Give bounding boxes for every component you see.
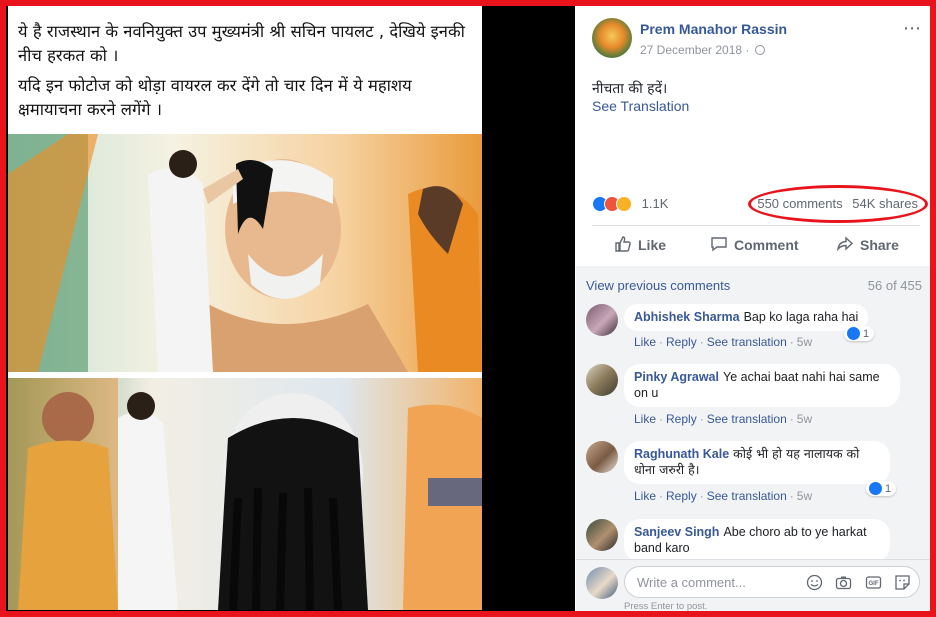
comment-bubble: Sanjeev Singh Abe choro ab to ye harkat b… [624,519,890,562]
emoji-icon[interactable] [806,574,823,591]
comment-bubble: Abhishek Sharma Bap ko laga raha hai [624,304,869,331]
post-actions: Like Comment Share [592,231,920,259]
like-icon [847,327,860,340]
comment-like-link[interactable]: Like [634,412,656,426]
globe-icon [754,45,765,55]
comment-share-counts: 550 comments 54K shares [757,196,918,211]
current-user-avatar [586,567,618,599]
comments-count[interactable]: 550 comments [757,196,842,211]
view-previous-comments[interactable]: View previous comments [586,278,730,293]
comment-like-badge[interactable]: 1 [866,481,897,496]
reaction-count: 1.1K [641,196,669,212]
divider [592,225,920,226]
post-header: Prem Manahor Rassin 27 December 2018 · ⋯ [592,16,922,66]
commenter-name[interactable]: Pinky Agrawal [634,370,719,384]
comment-like-badge[interactable]: 1 [844,326,875,341]
commenter-avatar[interactable] [586,519,618,551]
shares-count[interactable]: 54K shares [852,196,918,211]
post-meta: 27 December 2018 · [640,43,765,57]
image-caption: ये है राजस्थान के नवनियुक्त उप मुख्यमंत्… [18,20,478,122]
comment-reply-link[interactable]: Reply [666,335,697,349]
comment-time[interactable]: 5w [797,489,812,503]
comment-text: Bap ko laga raha hai [743,310,859,324]
photo-top [8,134,482,372]
author-name[interactable]: Prem Manahor Rassin [640,21,787,37]
comment-like-link[interactable]: Like [634,489,656,503]
press-enter-hint: Press Enter to post. [624,601,708,612]
share-label: Share [860,237,899,253]
comment-actions: Like · Reply · See translation · 5w [634,335,813,349]
svg-text:GIF: GIF [868,581,878,587]
comment-time[interactable]: 5w [797,335,812,349]
comment-see-translation[interactable]: See translation [707,412,787,426]
comment-label: Comment [734,237,799,253]
comment-button[interactable]: Comment [710,235,799,253]
comment-page-count: 56 of 455 [867,278,922,293]
gif-icon[interactable]: GIF [865,574,882,591]
thumbs-up-icon [615,236,631,252]
commenter-avatar[interactable] [586,364,618,396]
comment-input[interactable]: Write a comment... GIF [624,566,920,598]
photo-bottom [8,378,482,610]
comment-like-count: 1 [863,328,870,340]
caption-line-1: ये है राजस्थान के नवनियुक्त उप मुख्यमंत्… [18,22,465,65]
post-text: नीचता की हदें। [592,81,668,97]
haha-reaction-icon [616,195,632,212]
commenter-name[interactable]: Abhishek Sharma [634,310,740,324]
more-options-icon[interactable]: ⋯ [903,18,922,39]
comment-actions: Like · Reply · See translation · 5w [634,412,813,426]
comment-time[interactable]: 5w [797,412,812,426]
sticker-icon[interactable] [894,574,911,591]
commenter-avatar[interactable] [586,304,618,336]
post-date[interactable]: 27 December 2018 · [640,43,753,57]
comment-input-icons: GIF [798,574,911,592]
comment-reply-link[interactable]: Reply [666,489,697,503]
caption-line-2: यदि इन फोटोज को थोड़ा वायरल कर देंगे तो … [18,76,412,119]
comment-bubble: Pinky Agrawal Ye achai baat nahi hai same… [624,364,900,407]
write-comment-bar: Write a comment... GIF Press Enter to po… [576,559,930,612]
commenter-name[interactable]: Sanjeev Singh [634,525,719,539]
comment-icon [711,237,727,252]
comment-like-link[interactable]: Like [634,335,656,349]
comment-bubble: Raghunath Kale कोई भी हो यह नालायक को धोन… [624,441,890,484]
comment-actions: Like · Reply · See translation · 5w [634,489,813,503]
post-image[interactable]: ये है राजस्थान के नवनियुक्त उप मुख्यमंत्… [8,6,482,610]
like-icon [869,482,882,495]
author-avatar[interactable] [592,18,632,58]
comment-like-count: 1 [885,483,892,495]
camera-icon[interactable] [835,574,852,591]
reactions-summary[interactable]: 1.1K [592,195,668,212]
commenter-name[interactable]: Raghunath Kale [634,447,729,461]
post-panel: Prem Manahor Rassin 27 December 2018 · ⋯… [576,6,930,612]
comment-see-translation[interactable]: See translation [707,335,787,349]
comment-reply-link[interactable]: Reply [666,412,697,426]
see-translation-link[interactable]: See Translation [592,98,689,114]
share-icon [836,236,854,252]
comment-see-translation[interactable]: See translation [707,489,787,503]
comment-item: Abhishek Sharma Bap ko laga raha hai 1 Li… [586,304,916,354]
commenter-avatar[interactable] [586,441,618,473]
comment-item: Pinky Agrawal Ye achai baat nahi hai same… [586,364,916,428]
share-button[interactable]: Share [836,235,899,253]
comment-input-placeholder: Write a comment... [637,575,746,590]
comment-item: Raghunath Kale कोई भी हो यह नालायक को धोन… [586,441,916,505]
post-stats: 1.1K 550 comments 54K shares [592,193,920,215]
like-button[interactable]: Like [614,235,666,253]
like-label: Like [638,237,667,253]
comment-item: Sanjeev Singh Abe choro ab to ye harkat b… [586,519,916,562]
